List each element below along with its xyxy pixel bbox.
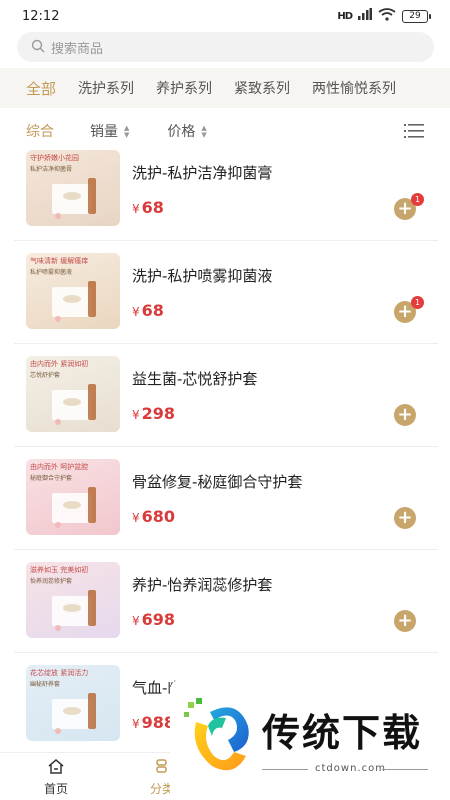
currency-symbol: ¥	[132, 717, 140, 731]
thumb-subtitle: 私护洁净抑菌膏	[30, 166, 73, 173]
category-tabs: 全部 洗护系列 养护系列 紧致系列 两性愉悦系列	[0, 68, 450, 108]
thumb-tagline: 花芯绽放 紧润活力	[30, 669, 89, 677]
watermark-divider	[262, 769, 308, 770]
thumb-subtitle: 芯悦舒护套	[30, 372, 61, 379]
product-package-icon	[52, 384, 96, 425]
product-name[interactable]: 益生菌-芯悦舒护套	[132, 368, 257, 389]
product-package-icon	[52, 590, 96, 631]
price-value: 68	[141, 198, 164, 217]
product-package-icon	[52, 693, 96, 734]
cart-count-badge: 1	[411, 193, 424, 206]
product-item[interactable]: 守护娇嫩小花园 私护洁净抑菌膏 洗护-私护洁净抑菌膏 ¥68 +1	[14, 138, 438, 241]
currency-symbol: ¥	[132, 408, 140, 422]
tab-wash-care[interactable]: 洗护系列	[78, 78, 134, 98]
sort-arrows-icon: ▲ ▼	[124, 123, 130, 139]
signal-icon: HD	[337, 10, 353, 22]
plus-icon: +	[397, 198, 413, 219]
product-image[interactable]: 滋养如玉 完美如初 怡养润蕊修护套	[26, 562, 120, 638]
product-item[interactable]: 由内而外 呵护盆腔 秘庭御合守护套 骨盆修复-秘庭御合守护套 ¥680 +	[14, 447, 438, 550]
product-image[interactable]: 守护娇嫩小花园 私护洁净抑菌膏	[26, 150, 120, 226]
currency-symbol: ¥	[132, 511, 140, 525]
product-package-icon	[52, 487, 96, 528]
currency-symbol: ¥	[132, 202, 140, 216]
price-value: 298	[141, 404, 176, 423]
product-price: ¥298	[132, 404, 175, 423]
product-name[interactable]: 骨盆修复-秘庭御合守护套	[132, 471, 302, 492]
watermark-divider	[382, 769, 428, 770]
tab-nourish[interactable]: 养护系列	[156, 78, 212, 98]
signal-bars-icon	[358, 8, 372, 24]
currency-symbol: ¥	[132, 305, 140, 319]
product-image[interactable]: 由内而外 紧润如初 芯悦舒护套	[26, 356, 120, 432]
product-item[interactable]: 滋养如玉 完美如初 怡养润蕊修护套 养护-怡养润蕊修护套 ¥698 +	[14, 550, 438, 653]
product-price: ¥988	[132, 713, 175, 732]
product-item[interactable]: 气味清新 缓解瘙痒 私护喷雾抑菌液 洗护-私护喷雾抑菌液 ¥68 +1	[14, 241, 438, 344]
product-name[interactable]: 养护-怡养润蕊修护套	[132, 574, 272, 595]
battery-icon: 29	[402, 9, 431, 23]
thumb-subtitle: 秘庭御合守护套	[30, 475, 73, 482]
price-value: 698	[141, 610, 176, 629]
nav-home-label: 首页	[43, 782, 68, 796]
product-image[interactable]: 花芯绽放 紧润活力 幽秘舒养套	[26, 665, 120, 741]
status-bar: 12:12 HD 29	[0, 0, 450, 32]
product-price: ¥68	[132, 301, 164, 320]
category-icon	[155, 759, 169, 777]
ctdown-logo-icon	[182, 696, 254, 780]
search-input[interactable]: 搜索商品	[51, 38, 103, 57]
product-name[interactable]: 洗护-私护洁净抑菌膏	[132, 162, 272, 183]
cart-count-badge: 1	[411, 296, 424, 309]
product-price: ¥698	[132, 610, 175, 629]
currency-symbol: ¥	[132, 614, 140, 628]
thumb-tagline: 由内而外 呵护盆腔	[30, 463, 89, 471]
add-to-cart-button[interactable]: +	[394, 404, 416, 426]
search-bar[interactable]: 搜索商品	[17, 32, 434, 62]
thumb-subtitle: 怡养润蕊修护套	[30, 578, 73, 585]
product-package-icon	[52, 281, 96, 322]
thumb-tagline: 气味清新 缓解瘙痒	[30, 257, 89, 265]
add-to-cart-button[interactable]: +	[394, 507, 416, 529]
plus-icon: +	[397, 507, 413, 528]
product-name[interactable]: 洗护-私护喷雾抑菌液	[132, 265, 272, 286]
product-image[interactable]: 气味清新 缓解瘙痒 私护喷雾抑菌液	[26, 253, 120, 329]
add-to-cart-button[interactable]: +	[394, 610, 416, 632]
watermark-url: ctdown.com	[315, 763, 386, 774]
price-value: 680	[141, 507, 176, 526]
price-value: 68	[141, 301, 164, 320]
thumb-tagline: 由内而外 紧润如初	[30, 360, 89, 368]
wifi-icon	[378, 7, 396, 25]
product-price: ¥68	[132, 198, 164, 217]
plus-icon: +	[397, 301, 413, 322]
thumb-tagline: 滋养如玉 完美如初	[30, 566, 89, 574]
tab-pleasure[interactable]: 两性愉悦系列	[312, 78, 396, 98]
product-list: 守护娇嫩小花园 私护洁净抑菌膏 洗护-私护洁净抑菌膏 ¥68 +1 气味清新 缓解瘙痒 私护…	[0, 138, 450, 756]
sort-arrows-icon: ▲ ▼	[201, 123, 207, 139]
plus-icon: +	[397, 610, 413, 631]
status-icons: HD 29	[337, 7, 431, 25]
watermark-brand: 传统下载	[262, 711, 423, 755]
product-package-icon	[52, 178, 96, 219]
thumb-subtitle: 私护喷雾抑菌液	[30, 269, 73, 276]
home-icon	[48, 759, 64, 777]
product-price: ¥680	[132, 507, 175, 526]
search-icon	[31, 38, 45, 57]
status-time: 12:12	[22, 8, 60, 24]
product-item[interactable]: 由内而外 紧润如初 芯悦舒护套 益生菌-芯悦舒护套 ¥298 +	[14, 344, 438, 447]
nav-home[interactable]: 首页	[26, 759, 86, 797]
tab-all[interactable]: 全部	[26, 78, 56, 99]
product-image[interactable]: 由内而外 呵护盆腔 秘庭御合守护套	[26, 459, 120, 535]
thumb-subtitle: 幽秘舒养套	[30, 681, 61, 688]
thumb-tagline: 守护娇嫩小花园	[30, 154, 79, 162]
plus-icon: +	[397, 404, 413, 425]
watermark-logo: 传统下载 ctdown.com	[170, 680, 450, 800]
tab-firming[interactable]: 紧致系列	[234, 78, 290, 98]
